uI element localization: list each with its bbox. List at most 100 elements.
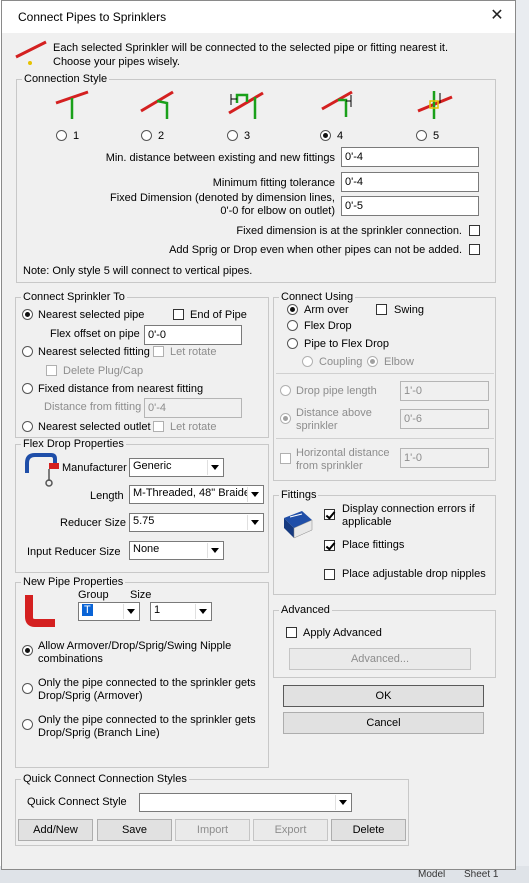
connect-pipes-dialog: Connect Pipes to Sprinklers ✕ Each selec… [1, 0, 516, 870]
horiz-distance-checkbox[interactable] [280, 453, 291, 464]
style-3-radio[interactable] [227, 130, 238, 141]
quick-connect-style-select[interactable] [139, 793, 352, 812]
nearest-outlet-radio[interactable] [22, 421, 33, 432]
manufacturer-value: Generic [133, 460, 172, 472]
fixed-at-connection-label: Fixed dimension is at the sprinkler conn… [236, 225, 462, 237]
intro-text-line1: Each selected Sprinkler will be connecte… [53, 42, 449, 54]
add-new-button[interactable]: Add/New [18, 819, 93, 841]
swing-label: Swing [394, 304, 424, 316]
distance-above-label-2: sprinkler [296, 420, 338, 432]
fixed-dimension-label-2: 0'-0 for elbow on outlet) [220, 205, 335, 217]
advanced-button[interactable]: Advanced... [289, 648, 471, 670]
drop-pipe-length-input[interactable]: 1'-0 [400, 381, 489, 401]
end-of-pipe-checkbox[interactable] [173, 309, 184, 320]
delete-button[interactable]: Delete [331, 819, 406, 841]
flex-offset-label: Flex offset on pipe [50, 328, 140, 340]
style-4-label: 4 [337, 130, 344, 142]
ok-button[interactable]: OK [283, 685, 484, 707]
let-rotate-2-checkbox[interactable] [153, 421, 164, 432]
flex-offset-input[interactable]: 0'-0 [144, 325, 242, 345]
only-armover-label-2: Drop/Sprig (Armover) [38, 690, 143, 702]
drop-pipe-length-label: Drop pipe length [296, 385, 377, 397]
distance-above-radio[interactable] [280, 413, 291, 424]
style-5-label: 5 [433, 130, 440, 142]
add-sprig-label: Add Sprig or Drop even when other pipes … [169, 244, 462, 256]
fixed-distance-radio[interactable] [22, 383, 33, 394]
style-2-label: 2 [158, 130, 165, 142]
add-sprig-checkbox[interactable] [469, 244, 480, 255]
apply-advanced-checkbox[interactable] [286, 627, 297, 638]
end-of-pipe-label: End of Pipe [190, 309, 247, 321]
quick-connect-legend: Quick Connect Connection Styles [23, 773, 187, 785]
display-errors-checkbox[interactable] [324, 509, 335, 520]
pipe-to-flex-radio[interactable] [287, 338, 298, 349]
style-4-radio[interactable] [320, 130, 331, 141]
chevron-down-icon [207, 460, 222, 475]
place-fittings-checkbox[interactable] [324, 540, 335, 551]
let-rotate-checkbox[interactable] [153, 346, 164, 357]
manufacturer-select[interactable]: Generic [129, 458, 224, 477]
min-distance-label: Min. distance between existing and new f… [105, 152, 335, 164]
drop-pipe-length-radio[interactable] [280, 385, 291, 396]
export-button[interactable]: Export [253, 819, 328, 841]
title-bar: Connect Pipes to Sprinklers ✕ [2, 1, 515, 33]
length-select[interactable]: M-Threaded, 48" Braide [129, 485, 264, 504]
min-distance-input[interactable]: 0'-4 [341, 147, 479, 167]
fixed-dimension-label-1: Fixed Dimension (denoted by dimension li… [109, 192, 335, 204]
only-armover-radio[interactable] [22, 683, 33, 694]
only-branch-label-2: Drop/Sprig (Branch Line) [38, 727, 160, 739]
delete-plug-checkbox[interactable] [46, 365, 57, 376]
fixed-dimension-input[interactable]: 0'-5 [341, 196, 479, 216]
input-reducer-label: Input Reducer Size [27, 546, 121, 558]
size-select[interactable]: 1 [150, 602, 212, 621]
allow-armover-radio[interactable] [22, 645, 33, 656]
chevron-down-icon [335, 795, 350, 810]
length-label: Length [90, 490, 124, 502]
style-2-icon [140, 90, 174, 119]
distance-from-fitting-input[interactable]: 0'-4 [144, 398, 242, 418]
nearest-outlet-label: Nearest selected outlet [38, 421, 151, 433]
apply-advanced-label: Apply Advanced [303, 627, 382, 639]
book-icon [284, 511, 313, 539]
connection-style-legend: Connection Style [24, 73, 108, 85]
coupling-radio[interactable] [302, 356, 313, 367]
save-button[interactable]: Save [97, 819, 172, 841]
style-5-radio[interactable] [416, 130, 427, 141]
model-tab[interactable]: Model [418, 869, 445, 880]
arm-over-radio[interactable] [287, 304, 298, 315]
horiz-distance-input[interactable]: 1'-0 [400, 448, 489, 468]
sheet-tab[interactable]: Sheet 1 [464, 869, 498, 880]
fixed-at-connection-checkbox[interactable] [469, 225, 480, 236]
elbow-radio[interactable] [367, 356, 378, 367]
allow-armover-label-2: combinations [38, 653, 103, 665]
min-fitting-tolerance-input[interactable]: 0'-4 [341, 172, 479, 192]
connection-style-note: Note: Only style 5 will connect to verti… [23, 265, 253, 277]
chevron-down-icon [207, 543, 222, 558]
group-label: Group [78, 589, 109, 601]
style-1-radio[interactable] [56, 130, 67, 141]
manufacturer-label: Manufacturer [62, 462, 127, 474]
only-branch-radio[interactable] [22, 719, 33, 730]
quick-connect-style-label: Quick Connect Style [27, 796, 127, 808]
input-reducer-select[interactable]: None [129, 541, 224, 560]
flex-drop-radio[interactable] [287, 320, 298, 331]
group-select[interactable]: T [78, 602, 140, 621]
close-icon[interactable]: ✕ [485, 5, 509, 27]
chevron-down-icon [247, 487, 262, 502]
connect-using-divider-2 [276, 438, 494, 439]
place-nipples-checkbox[interactable] [324, 569, 335, 580]
import-button[interactable]: Import [175, 819, 250, 841]
nearest-pipe-radio[interactable] [22, 309, 33, 320]
distance-above-input[interactable]: 0'-6 [400, 409, 489, 429]
swing-checkbox[interactable] [376, 304, 387, 315]
flex-drop-label: Flex Drop [304, 320, 352, 332]
distance-above-label-1: Distance above [296, 407, 372, 419]
reducer-size-select[interactable]: 5.75 [129, 513, 264, 532]
new-pipe-legend: New Pipe Properties [23, 576, 124, 588]
display-errors-label-1: Display connection errors if [342, 503, 475, 515]
cancel-button[interactable]: Cancel [283, 712, 484, 734]
nearest-fitting-radio[interactable] [22, 346, 33, 357]
connect-using-legend: Connect Using [281, 291, 354, 303]
let-rotate-2-label: Let rotate [170, 421, 217, 433]
style-2-radio[interactable] [141, 130, 152, 141]
